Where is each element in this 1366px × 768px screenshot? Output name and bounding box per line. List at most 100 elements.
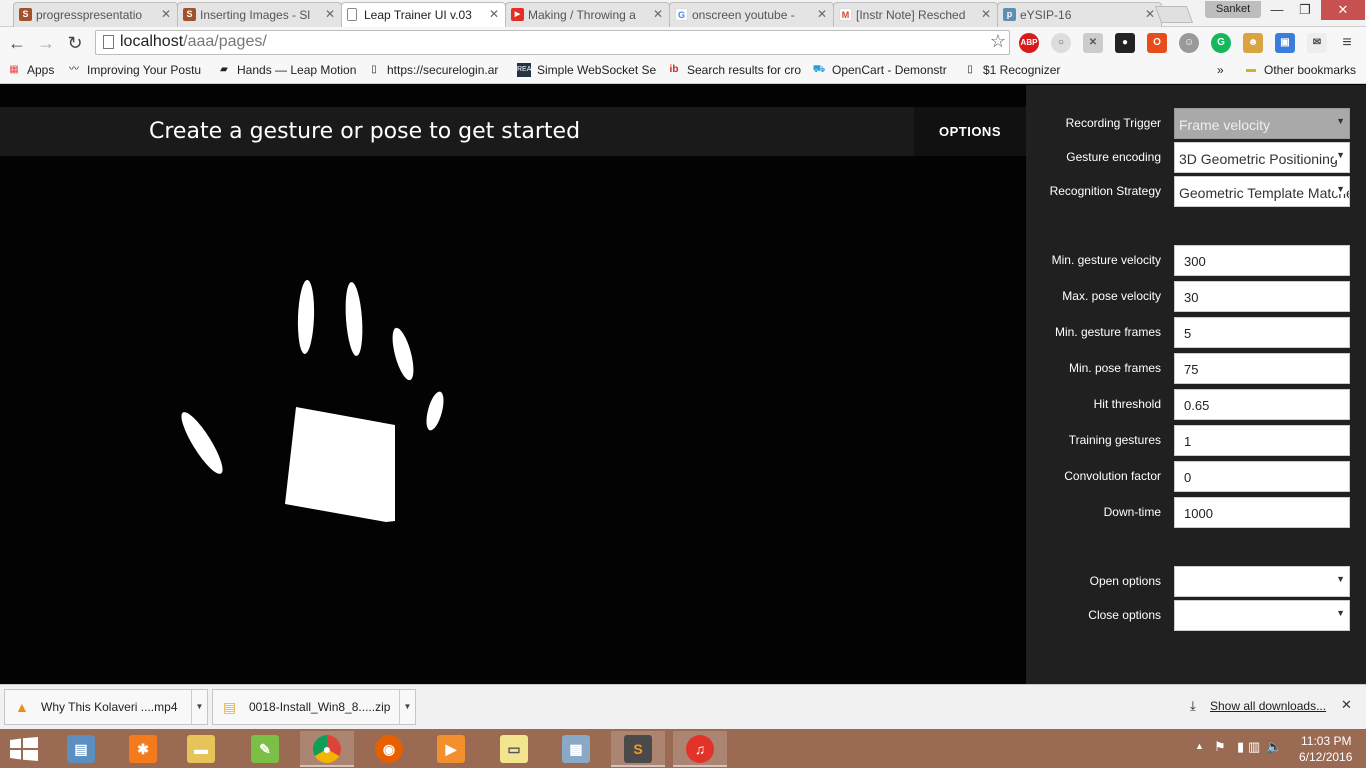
- taskbar-sticky-notes[interactable]: ▭: [487, 731, 541, 767]
- open-options-select[interactable]: ▼: [1174, 566, 1350, 597]
- bookmark-hands-leap[interactable]: ▰ Hands — Leap Motion: [217, 62, 357, 80]
- bookmark-label: Apps: [27, 63, 55, 77]
- menu-icon[interactable]: ≡: [1337, 33, 1357, 53]
- adblock-plus-icon[interactable]: ABP: [1019, 33, 1039, 53]
- tab-making-throwing[interactable]: ▶ Making / Throwing a ✕: [505, 2, 670, 27]
- bookmark-label: Hands — Leap Motion: [237, 63, 357, 77]
- youtube-icon: ▶: [511, 8, 524, 21]
- other-bookmarks[interactable]: ▬ Other bookmarks: [1244, 62, 1364, 80]
- tab-inserting-images[interactable]: S Inserting Images - Sl ✕: [177, 2, 342, 27]
- battery-icon[interactable]: ▮: [1237, 739, 1244, 755]
- vlc-cone-icon: ▲: [15, 699, 29, 715]
- new-tab-button[interactable]: [1154, 6, 1194, 23]
- taskbar-sublime[interactable]: S: [611, 731, 665, 767]
- options-button[interactable]: OPTIONS: [914, 107, 1026, 156]
- tab-close-icon[interactable]: ✕: [653, 7, 663, 21]
- bookmark-search-results[interactable]: ib Search results for cro: [667, 62, 802, 80]
- taskbar-media[interactable]: ▶: [424, 731, 478, 767]
- chrome-icon: ●: [313, 735, 341, 763]
- mail-extension-icon[interactable]: ✉: [1307, 33, 1327, 53]
- show-all-downloads-link[interactable]: ⤓ Show all downloads...: [1190, 698, 1326, 713]
- hit-threshold-input[interactable]: 0.65: [1174, 389, 1350, 420]
- close-options-select[interactable]: ▼: [1174, 600, 1350, 631]
- tab-close-icon[interactable]: ✕: [489, 7, 499, 21]
- reload-icon[interactable]: ↻: [63, 31, 87, 55]
- tab-close-icon[interactable]: ✕: [325, 7, 335, 21]
- training-gestures-input[interactable]: 1: [1174, 425, 1350, 456]
- tab-label: Inserting Images - Sl: [200, 8, 310, 22]
- bookmark-dollar-recognizer[interactable]: ▯ $1 Recognizer: [963, 62, 1073, 80]
- bookmark-apps[interactable]: ▦ Apps: [7, 62, 67, 80]
- office-icon[interactable]: O: [1147, 33, 1167, 53]
- min-pose-frames-input[interactable]: 75: [1174, 353, 1350, 384]
- restore-icon[interactable]: ❐: [1290, 0, 1320, 20]
- min-gesture-frames-input[interactable]: 5: [1174, 317, 1350, 348]
- tab-close-icon[interactable]: ✕: [161, 7, 171, 21]
- taskbar-firefox[interactable]: ◉: [362, 731, 416, 767]
- download-item[interactable]: ▤ 0018-Install_Win8_8.....zip ▼: [212, 689, 416, 725]
- grammarly-icon[interactable]: G: [1211, 33, 1231, 53]
- finger-tip: [392, 327, 414, 381]
- tab-close-icon[interactable]: ✕: [1145, 7, 1155, 21]
- tab-onscreen-youtube[interactable]: G onscreen youtube - ✕: [669, 2, 834, 27]
- bookmark-star-icon[interactable]: ☆: [990, 31, 1006, 52]
- min-gesture-velocity-input[interactable]: 300: [1174, 245, 1350, 276]
- window-close-icon[interactable]: ✕: [1321, 0, 1365, 20]
- volume-icon[interactable]: 🔈: [1266, 739, 1282, 755]
- tab-leap-trainer[interactable]: Leap Trainer UI v.03 ✕: [341, 2, 506, 28]
- convolution-factor-input[interactable]: 0: [1174, 461, 1350, 492]
- search-extension-icon[interactable]: ○: [1051, 33, 1071, 53]
- gesture-encoding-select[interactable]: 3D Geometric Positioning ▼: [1174, 142, 1350, 173]
- recording-trigger-select[interactable]: Frame velocity ▼: [1174, 108, 1350, 139]
- download-item[interactable]: ▲ Why This Kolaveri ....mp4 ▼: [4, 689, 208, 725]
- taskbar-xampp[interactable]: ✱: [116, 731, 170, 767]
- recognition-strategy-select[interactable]: Geometric Template Matcher ▼: [1174, 176, 1350, 207]
- taskbar-calculator[interactable]: ▦: [549, 731, 603, 767]
- network-icon[interactable]: ▥: [1248, 739, 1260, 755]
- taskbar-music[interactable]: ♫: [673, 731, 727, 767]
- bookmark-opencart[interactable]: ⛟ OpenCart - Demonstr: [812, 62, 952, 80]
- min-pose-frames-label: Min. pose frames: [1068, 361, 1161, 375]
- clock-time[interactable]: 11:03 PM: [1301, 734, 1351, 748]
- tab-eysip[interactable]: p eYSIP-16 ✕: [997, 2, 1162, 27]
- bookmark-securelogin[interactable]: ▯ https://securelogin.ar: [367, 62, 507, 80]
- action-center-flag-icon[interactable]: ⚑: [1214, 739, 1226, 755]
- forward-arrow-icon[interactable]: →: [34, 31, 58, 55]
- taskbar-perfmon[interactable]: ▤: [54, 731, 108, 767]
- chevron-down-icon[interactable]: ▼: [191, 690, 207, 724]
- gmail-icon: M: [839, 8, 852, 21]
- tab-progresspresentation[interactable]: S progresspresentatio ✕: [13, 2, 178, 27]
- shelf-close-icon[interactable]: ✕: [1341, 697, 1352, 713]
- window-extension-icon[interactable]: ▣: [1275, 33, 1295, 53]
- cart-icon: ⛟: [812, 64, 826, 75]
- x-extension-icon[interactable]: ✕: [1083, 33, 1103, 53]
- taskbar-chrome[interactable]: ●: [300, 731, 354, 767]
- taskbar-notepadpp[interactable]: ✎: [238, 731, 292, 767]
- tray-expand-icon[interactable]: ▲: [1195, 741, 1204, 751]
- bookmark-websocket[interactable]: REA Simple WebSocket Se: [517, 62, 657, 80]
- tab-close-icon[interactable]: ✕: [981, 7, 991, 21]
- back-arrow-icon[interactable]: ←: [5, 31, 29, 55]
- tab-instr-note[interactable]: M [Instr Note] Resched ✕: [833, 2, 998, 27]
- tab-close-icon[interactable]: ✕: [817, 7, 827, 21]
- monitor-icon: ▤: [67, 735, 95, 763]
- bookmark-label: Improving Your Postu: [87, 63, 202, 77]
- finger-tip: [426, 391, 444, 431]
- chevron-down-icon[interactable]: ▼: [399, 690, 415, 724]
- down-time-input[interactable]: 1000: [1174, 497, 1350, 528]
- sublime-text-icon: S: [624, 735, 652, 763]
- bookmarks-overflow-chevron[interactable]: »: [1217, 62, 1237, 80]
- address-bar[interactable]: localhost/aaa/pages/ ☆: [95, 30, 1010, 55]
- minimize-icon[interactable]: —: [1262, 0, 1292, 20]
- tab-strip: S progresspresentatio ✕ S Inserting Imag…: [0, 0, 1366, 28]
- max-pose-velocity-input[interactable]: 30: [1174, 281, 1350, 312]
- profile-button[interactable]: Sanket: [1205, 1, 1261, 18]
- face-extension-icon[interactable]: ☻: [1243, 33, 1263, 53]
- bookmark-improving-posture[interactable]: 〰 Improving Your Postu: [67, 62, 207, 80]
- taskbar-explorer[interactable]: ▬: [174, 731, 228, 767]
- bookmarks-bar: ▦ Apps 〰 Improving Your Postu ▰ Hands — Lea…: [0, 58, 1366, 84]
- notification-extension-icon[interactable]: ●: [1115, 33, 1135, 53]
- windows-start-icon[interactable]: [10, 737, 38, 761]
- ghostery-icon[interactable]: ☺: [1179, 33, 1199, 53]
- clock-date[interactable]: 6/12/2016: [1299, 750, 1352, 764]
